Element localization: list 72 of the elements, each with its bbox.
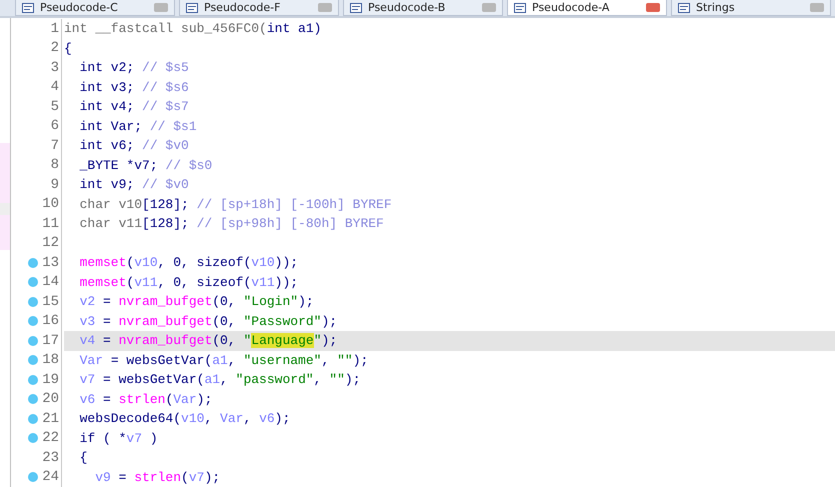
line-number: 16: [42, 313, 59, 330]
line-number: 17: [42, 332, 59, 349]
line-number: 19: [42, 372, 59, 388]
code-line: Var = websGetVar(a1, "username", "");: [78, 352, 370, 370]
tab[interactable]: Strings: [671, 0, 831, 16]
breakpoint-dot[interactable]: [28, 472, 38, 482]
code-line: v9 = strlen(v7);: [94, 468, 222, 486]
code-line: int v9; // $v0: [78, 176, 190, 194]
code-line: v2 = nvram_bufget(0, "Login");: [78, 293, 315, 311]
code-line: memset(v11, 0, sizeof(v11));: [78, 274, 300, 292]
line-number: 11: [42, 216, 59, 232]
line-number: 4: [50, 79, 59, 96]
line-number: 1: [50, 20, 59, 37]
code-line: {: [64, 40, 73, 58]
code-line: char v10[128]; // [sp+18h] [-100h] BYREF: [78, 196, 393, 214]
code-line: memset(v10, 0, sizeof(v10));: [78, 254, 300, 272]
breakpoint-dot[interactable]: [28, 414, 38, 424]
line-number: 15: [42, 294, 59, 310]
code-line: int __fastcall sub_456FC0(int a1): [64, 20, 322, 38]
document-icon: [350, 2, 362, 12]
code-line: v7 = websGetVar(a1, "password", "");: [78, 371, 362, 389]
breakpoint-dot[interactable]: [28, 316, 38, 326]
line-number: 8: [50, 157, 59, 174]
line-number: 21: [42, 410, 59, 427]
breakpoint-dot[interactable]: [28, 355, 38, 366]
breakpoint-dot[interactable]: [28, 277, 38, 288]
line-number: 20: [42, 391, 59, 408]
line-number: 22: [42, 430, 59, 446]
breakpoint-dot[interactable]: [28, 394, 38, 404]
tab[interactable]: Pseudocode-B: [343, 0, 503, 16]
line-number: 14: [42, 274, 59, 290]
close-icon[interactable]: [810, 3, 824, 12]
code-line: int v2; // $s5: [78, 59, 190, 77]
line-number: 12: [42, 235, 59, 252]
document-icon: [514, 2, 526, 12]
line-number: 9: [50, 176, 59, 193]
breakpoint-dot[interactable]: [28, 296, 38, 307]
code-line: int Var; // $s1: [78, 118, 198, 136]
document-icon: [186, 2, 198, 12]
code-line: v6 = strlen(Var);: [78, 390, 214, 408]
code-line: websDecode64(v10, Var, v6);: [78, 410, 292, 428]
line-number: 2: [50, 40, 59, 56]
line-number: 5: [50, 98, 59, 115]
close-icon[interactable]: [482, 3, 496, 12]
code-line: if ( *v7 ): [78, 430, 159, 448]
breakpoint-dot[interactable]: [28, 374, 38, 385]
line-number: 7: [50, 138, 59, 154]
line-number: 6: [50, 118, 59, 134]
close-icon[interactable]: [154, 3, 168, 12]
close-icon[interactable]: [646, 3, 660, 12]
document-icon: [678, 2, 690, 12]
code-line: v3 = nvram_bufget(0, "Password");: [78, 312, 338, 330]
code-line: char v11[128]; // [sp+98h] [-80h] BYREF: [78, 215, 385, 233]
line-number: 18: [42, 352, 59, 368]
tab[interactable]: Pseudocode-A: [507, 0, 667, 16]
line-number: 23: [42, 450, 59, 466]
line-number: 3: [50, 60, 59, 76]
line-number: 24: [42, 469, 59, 486]
tab[interactable]: Pseudocode-F: [179, 0, 339, 16]
close-icon[interactable]: [318, 3, 332, 12]
breakpoint-dot[interactable]: [28, 336, 38, 346]
tab[interactable]: Pseudocode-C: [15, 0, 175, 16]
breakpoint-dot[interactable]: [28, 258, 38, 268]
line-number: 13: [42, 254, 59, 271]
code-line: int v4; // $s7: [78, 98, 190, 116]
code-line: int v6; // $v0: [78, 137, 190, 155]
code-line: int v3; // $s6: [78, 78, 190, 96]
document-icon: [22, 2, 34, 12]
code-line: {: [78, 449, 88, 467]
breakpoint-dot[interactable]: [28, 433, 38, 444]
line-number: 10: [42, 196, 59, 212]
code-line: _BYTE *v7; // $s0: [78, 156, 214, 174]
